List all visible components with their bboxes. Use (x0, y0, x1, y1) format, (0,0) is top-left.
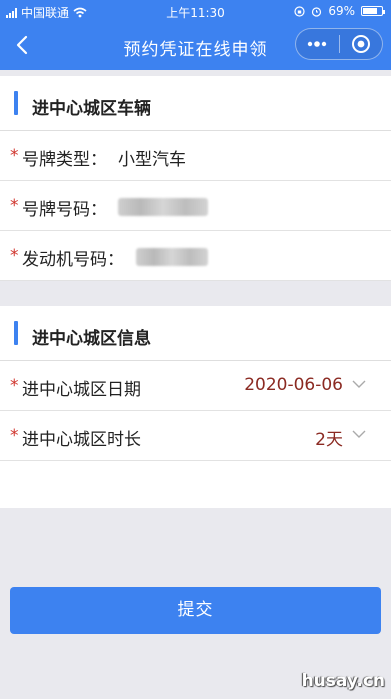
required-mark: * (10, 426, 19, 446)
entry-date-value[interactable]: 2020-06-06 (244, 375, 343, 395)
plate-number-label: 号牌号码： (22, 200, 107, 220)
plate-type-value: 小型汽车 (118, 150, 186, 170)
close-button[interactable] (340, 29, 383, 59)
more-button[interactable] (296, 29, 339, 59)
app-header: 中国联通 上午11:30 69% 预约凭证在线申领 (0, 0, 391, 70)
required-mark: * (10, 376, 19, 396)
plate-type-label: 号牌类型： (22, 150, 107, 170)
info-section-header: 进中心城区信息 (0, 306, 391, 361)
vehicle-section-header: 进中心城区车辆 (0, 76, 391, 131)
plate-number-row[interactable]: * 号牌号码： (0, 181, 391, 231)
entry-duration-label: 进中心城区时长 (22, 430, 141, 450)
battery-percent: 69% (328, 4, 355, 18)
section-accent-bar (14, 91, 18, 115)
required-mark: * (10, 246, 19, 266)
required-mark: * (10, 196, 19, 216)
battery-icon (361, 6, 385, 16)
engine-number-row[interactable]: * 发动机号码： (0, 231, 391, 281)
entry-duration-value[interactable]: 2天 (315, 425, 343, 450)
engine-number-value-redacted (136, 248, 208, 266)
orientation-lock-icon (294, 5, 305, 17)
required-mark: * (10, 146, 19, 166)
watermark: husay.cn (301, 671, 385, 691)
entry-date-row[interactable]: * 进中心城区日期 2020-06-06 (0, 361, 391, 411)
chevron-down-icon (352, 380, 366, 388)
alarm-icon (312, 6, 322, 17)
section-accent-bar (14, 321, 18, 345)
nav-bar: 预约凭证在线申领 (0, 22, 391, 68)
plate-type-row[interactable]: * 号牌类型： 小型汽车 (0, 131, 391, 181)
vehicle-section: 进中心城区车辆 * 号牌类型： 小型汽车 * 号牌号码： * 发动机号码： (0, 76, 391, 281)
more-icon (308, 41, 327, 47)
status-bar: 中国联通 上午11:30 69% (0, 0, 391, 22)
close-target-icon (351, 35, 370, 53)
submit-button[interactable]: 提交 (10, 587, 381, 634)
engine-number-label: 发动机号码： (22, 250, 124, 270)
plate-number-value-redacted (118, 198, 208, 216)
entry-duration-row[interactable]: * 进中心城区时长 2天 (0, 411, 391, 461)
chevron-down-icon (352, 430, 366, 438)
status-right: 69% (294, 4, 385, 18)
mini-program-capsule (295, 28, 383, 60)
info-section-title: 进中心城区信息 (32, 329, 151, 349)
vehicle-section-title: 进中心城区车辆 (32, 99, 151, 119)
entry-date-label: 进中心城区日期 (22, 380, 141, 400)
info-section: 进中心城区信息 * 进中心城区日期 2020-06-06 * 进中心城区时长 2… (0, 306, 391, 508)
